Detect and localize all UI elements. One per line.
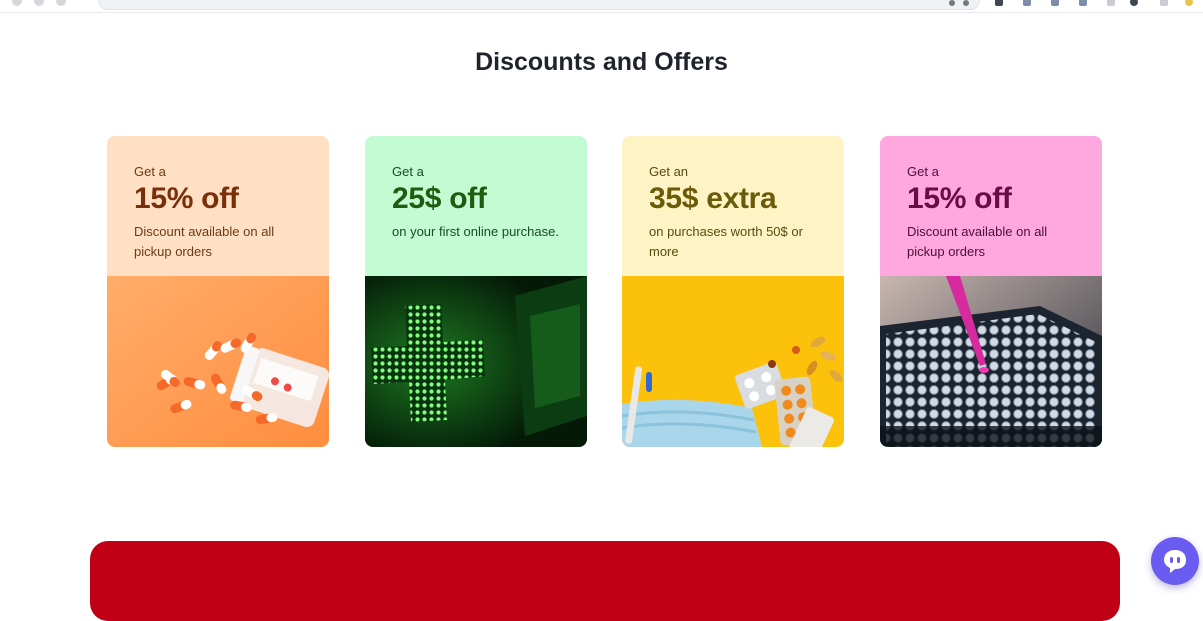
offer-description: Discount available on all pickup orders [134, 224, 275, 259]
offer-image-pharmacy-cross [365, 276, 587, 447]
back-icon[interactable] [12, 0, 22, 6]
offer-headline: 15% off [907, 182, 1012, 215]
offer-headline: 25$ off [392, 182, 487, 215]
reload-icon[interactable] [56, 0, 66, 6]
offer-card-text-area: Get an 35$ extra on purchases worth 50$ … [622, 136, 844, 276]
offer-description: Discount available on all pickup orders [907, 224, 1048, 259]
offer-image-medical-supplies [622, 276, 844, 447]
offer-prefix: Get an [649, 164, 689, 179]
offer-description: on your first online purchase. [392, 224, 559, 239]
browser-toolbar [0, 0, 1203, 13]
offer-headline: 15% off [134, 182, 239, 215]
offer-prefix: Get a [392, 164, 424, 179]
offer-card[interactable]: Get a 15% off Discount available on all … [880, 136, 1102, 447]
bookmark-star-icon[interactable] [963, 0, 969, 6]
promo-banner [90, 541, 1120, 621]
extension-icon[interactable] [1023, 0, 1031, 6]
offer-prefix: Get a [134, 164, 166, 179]
extensions-menu-icon[interactable] [1107, 0, 1115, 6]
extension-icon[interactable] [1051, 0, 1059, 6]
offer-card-text-area: Get a 25$ off on your first online purch… [365, 136, 587, 276]
offer-prefix: Get a [907, 164, 939, 179]
offer-card[interactable]: Get a 15% off Discount available on all … [107, 136, 329, 447]
offer-card[interactable]: Get an 35$ extra on purchases worth 50$ … [622, 136, 844, 447]
forward-icon[interactable] [34, 0, 44, 6]
offer-description: on purchases worth 50$ or more [649, 224, 803, 259]
chat-button[interactable] [1151, 537, 1199, 585]
offer-headline: 35$ extra [649, 182, 777, 215]
browser-menu-icon[interactable] [1160, 0, 1168, 6]
offer-card-text-area: Get a 15% off Discount available on all … [107, 136, 329, 276]
address-bar[interactable] [98, 0, 980, 10]
zoom-icon[interactable] [949, 0, 955, 6]
offer-image-lab-test-tubes [880, 276, 1102, 447]
avatar[interactable] [1185, 0, 1193, 6]
extension-icon[interactable] [995, 0, 1003, 6]
extension-icon[interactable] [1079, 0, 1087, 6]
offer-image-pills [107, 276, 329, 447]
chat-bubble-icon [1164, 550, 1186, 573]
offer-card[interactable]: Get a 25$ off on your first online purch… [365, 136, 587, 447]
section-title: Discounts and Offers [475, 48, 728, 76]
offer-card-text-area: Get a 15% off Discount available on all … [880, 136, 1102, 276]
profile-icon[interactable] [1130, 0, 1138, 6]
